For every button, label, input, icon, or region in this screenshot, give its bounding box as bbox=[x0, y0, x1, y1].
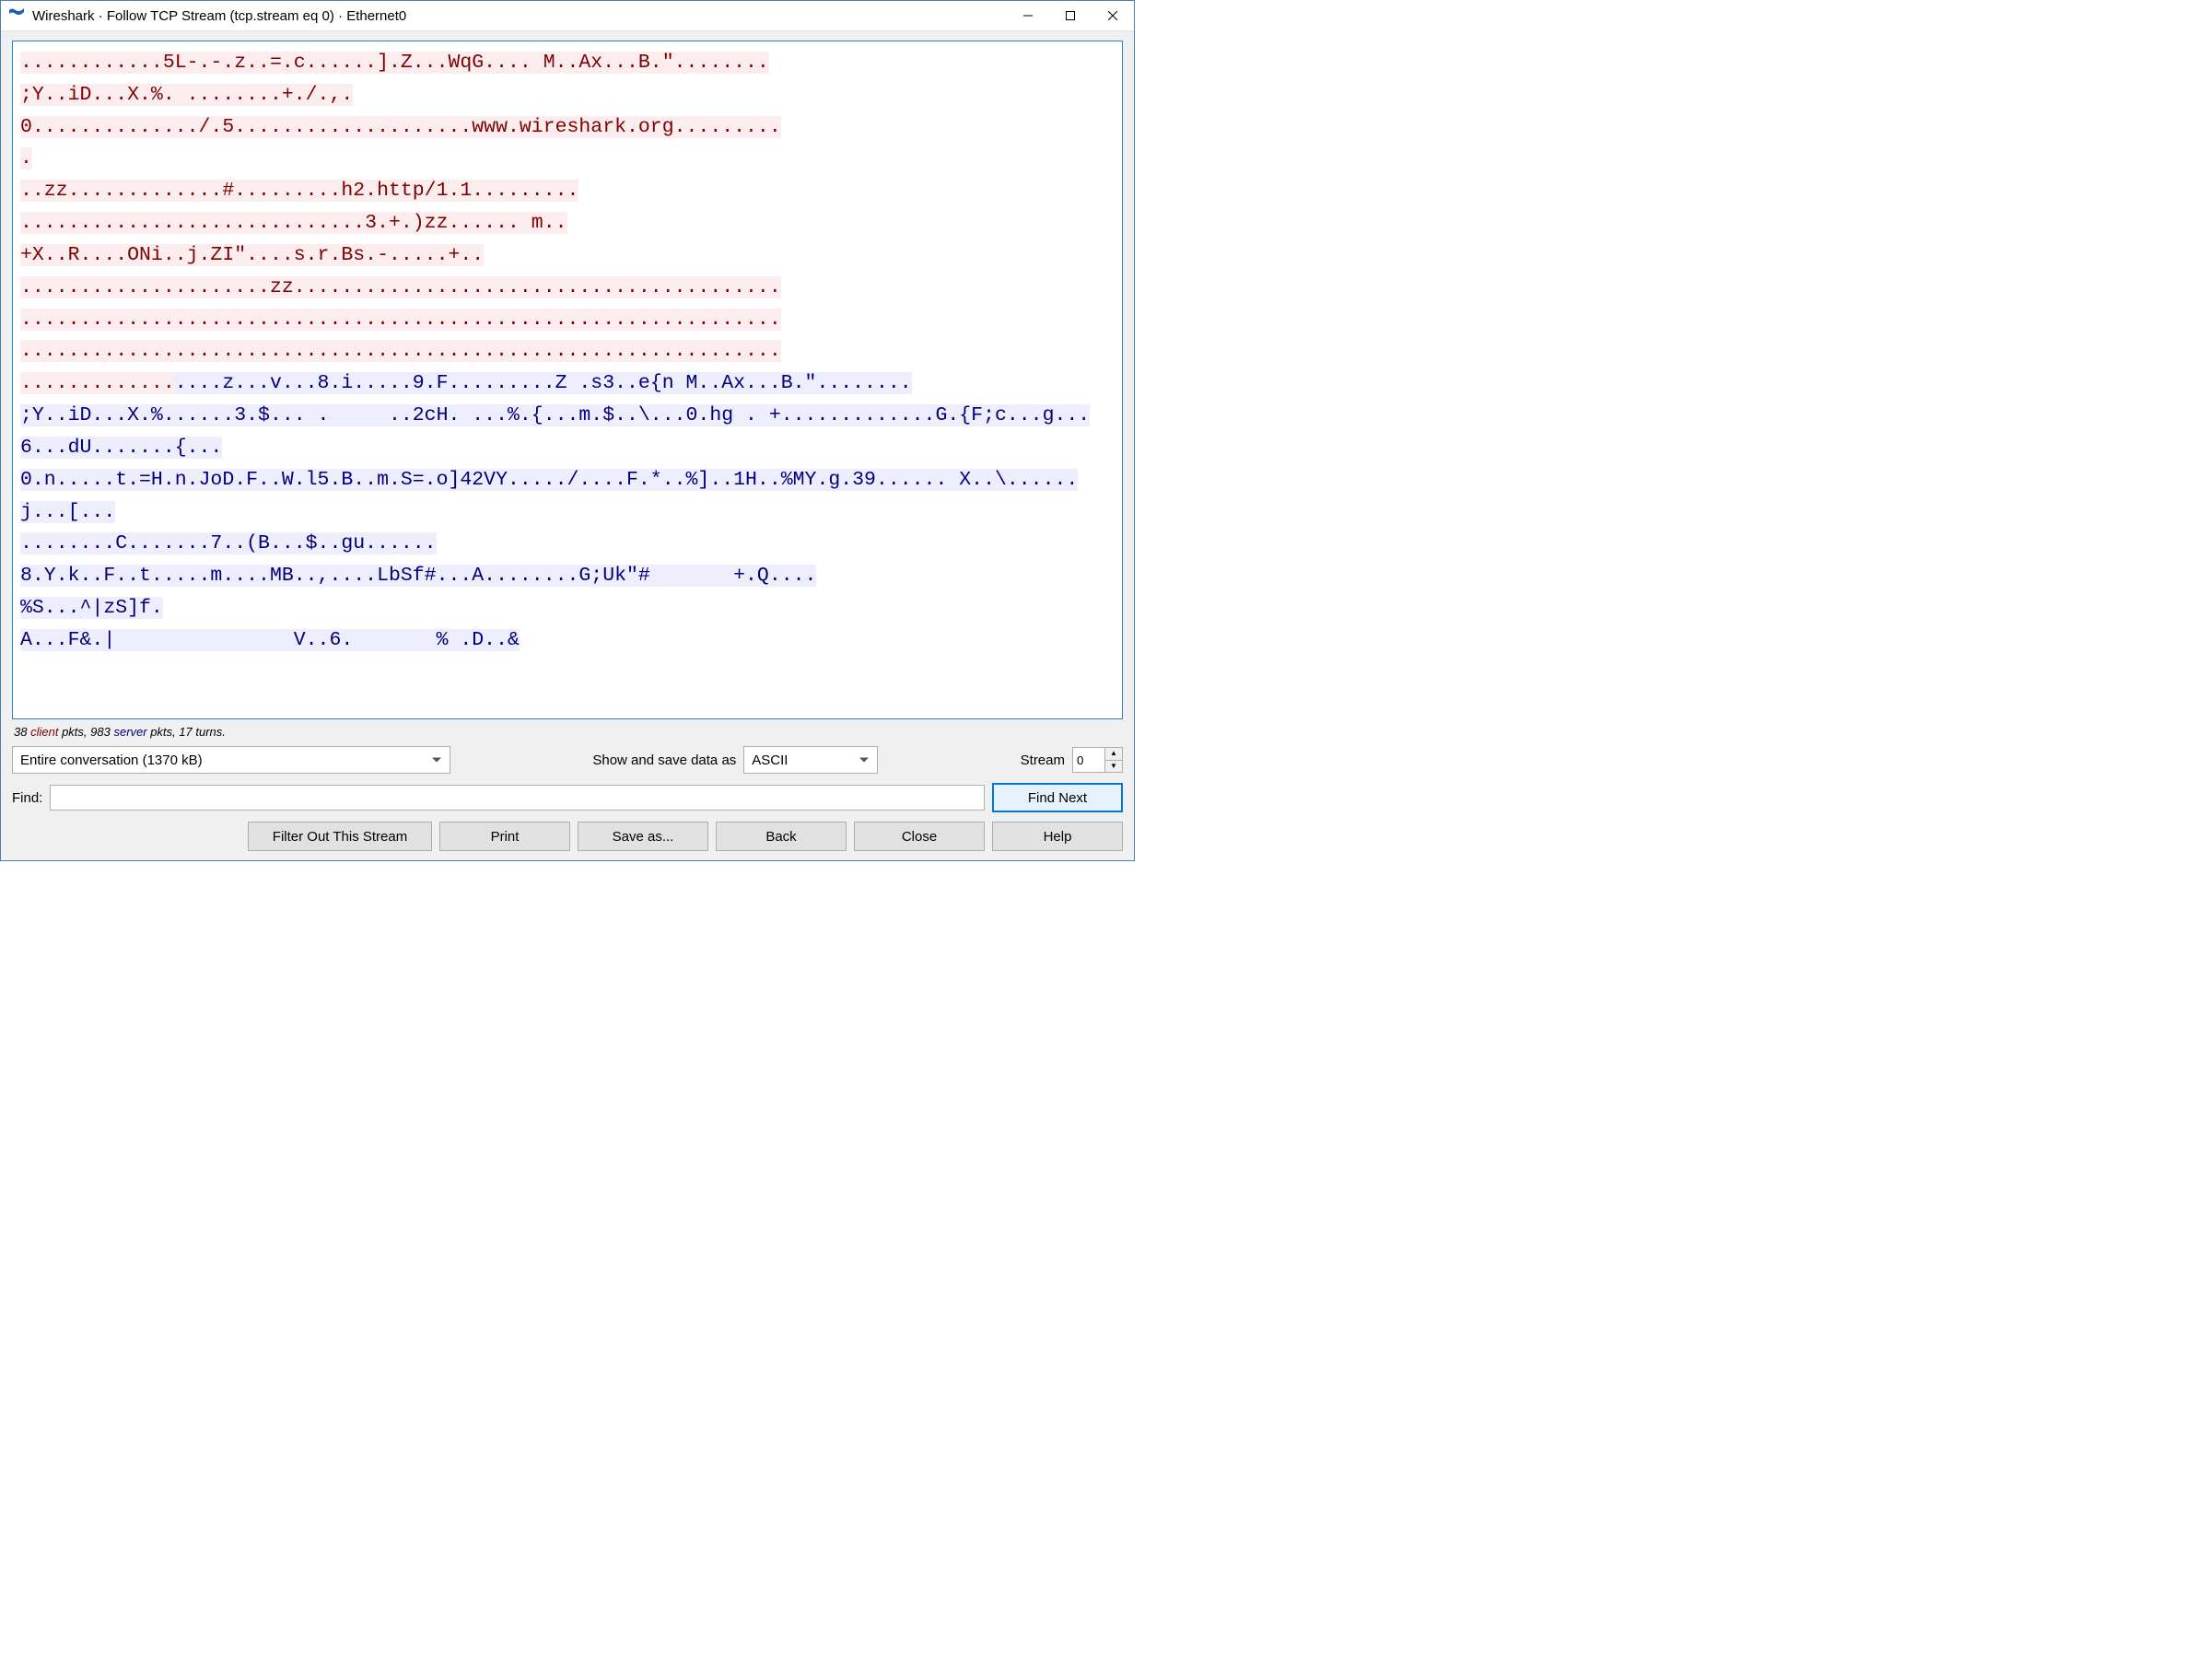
stream-content-box: ............5L-.-.z..=.c......].Z...WqG.… bbox=[12, 41, 1123, 719]
stream-scroll[interactable]: ............5L-.-.z..=.c......].Z...WqG.… bbox=[13, 41, 1122, 718]
close-label: Close bbox=[902, 829, 937, 845]
find-label: Find: bbox=[12, 790, 42, 806]
stream-number-input[interactable] bbox=[1072, 747, 1104, 773]
find-input[interactable] bbox=[50, 785, 985, 811]
client-segment[interactable]: ............5L-.-.z..=.c......].Z...WqG.… bbox=[20, 52, 769, 106]
help-button[interactable]: Help bbox=[992, 822, 1123, 851]
conversation-select[interactable]: Entire conversation (1370 kB) bbox=[12, 746, 450, 774]
minimize-button[interactable] bbox=[1007, 1, 1049, 30]
wireshark-fin-icon bbox=[8, 7, 25, 24]
client-label: client bbox=[30, 725, 58, 739]
close-button[interactable]: Close bbox=[854, 822, 985, 851]
conversation-select-value: Entire conversation (1370 kB) bbox=[20, 752, 203, 768]
client-segment[interactable]: 0............../.5....................ww… bbox=[20, 116, 781, 170]
find-next-button[interactable]: Find Next bbox=[992, 783, 1123, 812]
maximize-button[interactable] bbox=[1049, 1, 1092, 30]
stats-text: pkts, bbox=[58, 725, 90, 739]
encoding-select[interactable]: ASCII bbox=[743, 746, 878, 774]
server-label: server bbox=[113, 725, 146, 739]
stream-spin-up[interactable]: ▲ bbox=[1105, 748, 1122, 761]
titlebar: Wireshark · Follow TCP Stream (tcp.strea… bbox=[1, 1, 1134, 31]
back-button[interactable]: Back bbox=[716, 822, 847, 851]
window-title: Wireshark · Follow TCP Stream (tcp.strea… bbox=[32, 8, 406, 24]
server-segment[interactable]: ....z...v...8.i.....9.F.........Z .s3..e… bbox=[20, 372, 1090, 619]
conversation-controls-row: Entire conversation (1370 kB) Show and s… bbox=[12, 746, 1123, 774]
server-pkt-count: 983 bbox=[90, 725, 111, 739]
encoding-select-value: ASCII bbox=[752, 752, 788, 768]
turns-count: 17 turns. bbox=[179, 725, 226, 739]
client-segment[interactable]: ..zz.............#.........h2.http/1.1..… bbox=[20, 180, 578, 266]
print-button[interactable]: Print bbox=[439, 822, 570, 851]
close-window-button[interactable] bbox=[1092, 1, 1134, 30]
client-pkt-count: 38 bbox=[14, 725, 27, 739]
stream-number-spinner[interactable]: ▲ ▼ bbox=[1072, 747, 1123, 773]
back-label: Back bbox=[765, 829, 796, 845]
dialog-window: Wireshark · Follow TCP Stream (tcp.strea… bbox=[0, 0, 1135, 861]
print-label: Print bbox=[491, 829, 520, 845]
stream-label: Stream bbox=[1021, 752, 1065, 768]
filter-out-button[interactable]: Filter Out This Stream bbox=[248, 822, 432, 851]
dialog-content: ............5L-.-.z..=.c......].Z...WqG.… bbox=[1, 31, 1134, 860]
help-label: Help bbox=[1044, 829, 1072, 845]
find-row: Find: Find Next bbox=[12, 783, 1123, 812]
save-as-label: Save as... bbox=[613, 829, 674, 845]
stream-text[interactable]: ............5L-.-.z..=.c......].Z...WqG.… bbox=[20, 47, 1118, 657]
dialog-button-row: Filter Out This Stream Print Save as... … bbox=[12, 822, 1123, 851]
show-save-label: Show and save data as bbox=[592, 752, 736, 768]
save-as-button[interactable]: Save as... bbox=[578, 822, 708, 851]
server-segment[interactable]: A...F&.| V..6. % .D..& bbox=[20, 629, 520, 651]
stats-text2: pkts, bbox=[147, 725, 180, 739]
stream-spin-down[interactable]: ▼ bbox=[1105, 761, 1122, 773]
filter-out-label: Filter Out This Stream bbox=[273, 829, 407, 845]
packet-stats: 38 client pkts, 983 server pkts, 17 turn… bbox=[12, 725, 1123, 739]
window-controls bbox=[1007, 1, 1134, 30]
find-next-label: Find Next bbox=[1028, 790, 1087, 806]
